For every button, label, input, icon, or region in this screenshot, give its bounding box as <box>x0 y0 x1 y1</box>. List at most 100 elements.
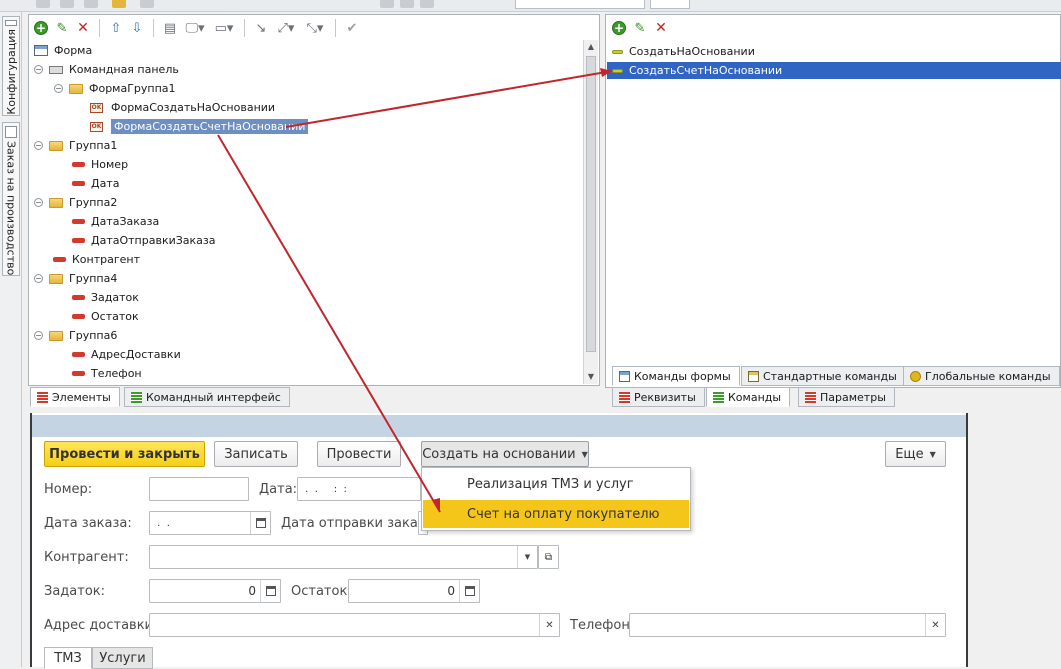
toolbar-icon[interactable] <box>140 0 154 8</box>
layout-button[interactable]: ▭▾ <box>211 19 237 37</box>
tree-node[interactable]: Дата <box>72 175 119 192</box>
vtab-order[interactable]: Заказ на производство <box>2 122 20 276</box>
tab-global-commands[interactable]: Глобальные команды <box>903 366 1060 386</box>
phone-field[interactable]: ✕ <box>629 613 946 637</box>
wrap-arrow-icon: ↘ <box>255 20 267 36</box>
tree-node[interactable]: Телефон <box>72 365 142 382</box>
tree-node[interactable]: − Группа4 <box>34 270 117 287</box>
tree-node[interactable]: АдресДоставки <box>72 346 181 363</box>
collapse-icon[interactable]: − <box>34 274 43 283</box>
tree-node[interactable]: ДатаЗаказа <box>72 213 159 230</box>
clear-address-button[interactable]: ✕ <box>539 614 559 636</box>
collapse-icon[interactable]: − <box>34 198 43 207</box>
calendar-button[interactable] <box>250 512 270 534</box>
commands-toolbar: + ✎ ✕ <box>610 16 670 40</box>
scroll-down-icon[interactable]: ▼ <box>584 370 598 384</box>
display-button[interactable]: 🖵▾ <box>182 19 208 37</box>
tree-node[interactable]: Остаток <box>72 308 139 325</box>
create-based-on-button[interactable]: Создать на основании ▼ <box>421 441 589 467</box>
edit-button[interactable]: ✎ <box>53 19 71 37</box>
command-item-selected-row[interactable]: СоздатьСчетНаОсновании <box>612 62 782 79</box>
resize-button[interactable]: ⤡▾ <box>302 19 328 37</box>
delete-button[interactable]: ✕ <box>74 19 92 37</box>
check-button[interactable]: ✔ <box>343 19 361 37</box>
tree-node-selected[interactable]: OK ФормаСоздатьСчетНаОсновании <box>90 118 309 135</box>
form-tab-tmz[interactable]: ТМЗ <box>44 647 92 669</box>
create-based-on-label: Создать на основании <box>422 446 576 462</box>
clear-phone-button[interactable]: ✕ <box>925 614 945 636</box>
tab-form-commands[interactable]: Команды формы <box>612 366 740 386</box>
save-button[interactable]: Записать <box>214 441 298 467</box>
delete-command-button[interactable]: ✕ <box>652 19 670 37</box>
scroll-thumb[interactable] <box>586 56 596 352</box>
form-tab-services[interactable]: Услуги <box>92 647 153 669</box>
deposit-label: Задаток: <box>44 584 106 599</box>
arrow-up-icon: ⇧ <box>110 20 122 36</box>
elements-scrollbar[interactable]: ▲ ▼ <box>583 40 598 384</box>
calculator-button[interactable] <box>459 580 479 602</box>
tree-node[interactable]: Контрагент <box>53 251 140 268</box>
post-button[interactable]: Провести <box>317 441 401 467</box>
open-counterparty-button[interactable]: ⧉ <box>538 545 559 569</box>
toolbar-icon[interactable] <box>420 0 434 8</box>
address-field[interactable]: ✕ <box>149 613 560 637</box>
wrap-button[interactable]: ↘ <box>252 19 270 37</box>
tab-standard-commands[interactable]: Стандартные команды <box>741 366 906 386</box>
counterparty-field[interactable]: ▼ <box>149 545 538 569</box>
tree-node[interactable]: Номер <box>72 156 128 173</box>
tree-node[interactable]: − ФормаГруппа1 <box>54 80 176 97</box>
calculator-button[interactable] <box>260 580 280 602</box>
tab-command-interface[interactable]: Командный интерфейс <box>124 387 290 407</box>
toolbar-icon[interactable] <box>380 0 394 8</box>
tree-node[interactable]: − Командная панель <box>34 61 179 78</box>
toolbar-icon[interactable] <box>400 0 414 8</box>
scroll-up-icon[interactable]: ▲ <box>584 40 598 54</box>
stretch-button[interactable]: ⤢▾ <box>273 19 299 37</box>
tree-node[interactable]: − Группа2 <box>34 194 117 211</box>
tree-node[interactable]: − Группа6 <box>34 327 117 344</box>
tab-requisites[interactable]: Реквизиты <box>612 387 705 407</box>
toolbar-combo-field[interactable] <box>650 0 690 9</box>
toolbar-icon[interactable] <box>36 0 50 8</box>
tree-node[interactable]: Задаток <box>72 289 139 306</box>
collapse-icon[interactable]: − <box>34 65 43 74</box>
collapse-icon[interactable]: − <box>54 84 63 93</box>
add-command-button[interactable]: + <box>610 19 628 37</box>
global-commands-icon <box>910 370 921 382</box>
toolbar-icon[interactable] <box>84 0 98 8</box>
tab-parameters[interactable]: Параметры <box>798 387 895 407</box>
move-up-button[interactable]: ⇧ <box>107 19 125 37</box>
edit-command-button[interactable]: ✎ <box>631 19 649 37</box>
tree-node-label: Командная панель <box>69 63 179 76</box>
deposit-field[interactable]: 0 <box>149 579 281 603</box>
number-field[interactable] <box>149 477 249 501</box>
order-date-field[interactable]: . . <box>149 511 271 535</box>
collapse-icon[interactable]: − <box>34 141 43 150</box>
chevron-down-icon: ▼ <box>929 449 936 459</box>
tree-node[interactable]: Форма <box>34 42 92 59</box>
more-button[interactable]: Еще ▼ <box>885 441 946 467</box>
command-item[interactable]: СоздатьНаОсновании <box>612 43 755 60</box>
list-button[interactable]: ▤ <box>161 19 179 37</box>
toolbar-search-field[interactable] <box>515 0 645 9</box>
tree-node[interactable]: ДатаОтправкиЗаказа <box>72 232 216 249</box>
toolbar-icon[interactable] <box>60 0 74 8</box>
command-icon <box>612 68 623 73</box>
collapse-icon[interactable]: − <box>34 331 43 340</box>
tab-commands[interactable]: Команды <box>706 387 791 407</box>
tree-node-label: Контрагент <box>72 253 141 266</box>
toolbar-icon[interactable] <box>112 0 126 8</box>
tree-node[interactable]: OK ФормаСоздатьНаОсновании <box>90 99 275 116</box>
field-icon <box>72 314 85 319</box>
post-and-close-button[interactable]: Провести и закрыть <box>44 441 205 467</box>
balance-field[interactable]: 0 <box>348 579 480 603</box>
counterparty-dropdown-button[interactable]: ▼ <box>517 546 537 568</box>
vtab-configuration[interactable]: Конфигурация <box>2 16 20 116</box>
dropdown-item-highlighted[interactable]: Счет на оплату покупателю <box>423 500 689 528</box>
tab-elements[interactable]: Элементы <box>30 387 120 407</box>
move-down-button[interactable]: ⇩ <box>128 19 146 37</box>
add-button[interactable]: + <box>32 19 50 37</box>
date-field[interactable]: . . : : <box>297 477 421 501</box>
dropdown-item[interactable]: Реализация ТМЗ и услуг <box>423 470 689 498</box>
tree-node[interactable]: − Группа1 <box>34 137 117 154</box>
